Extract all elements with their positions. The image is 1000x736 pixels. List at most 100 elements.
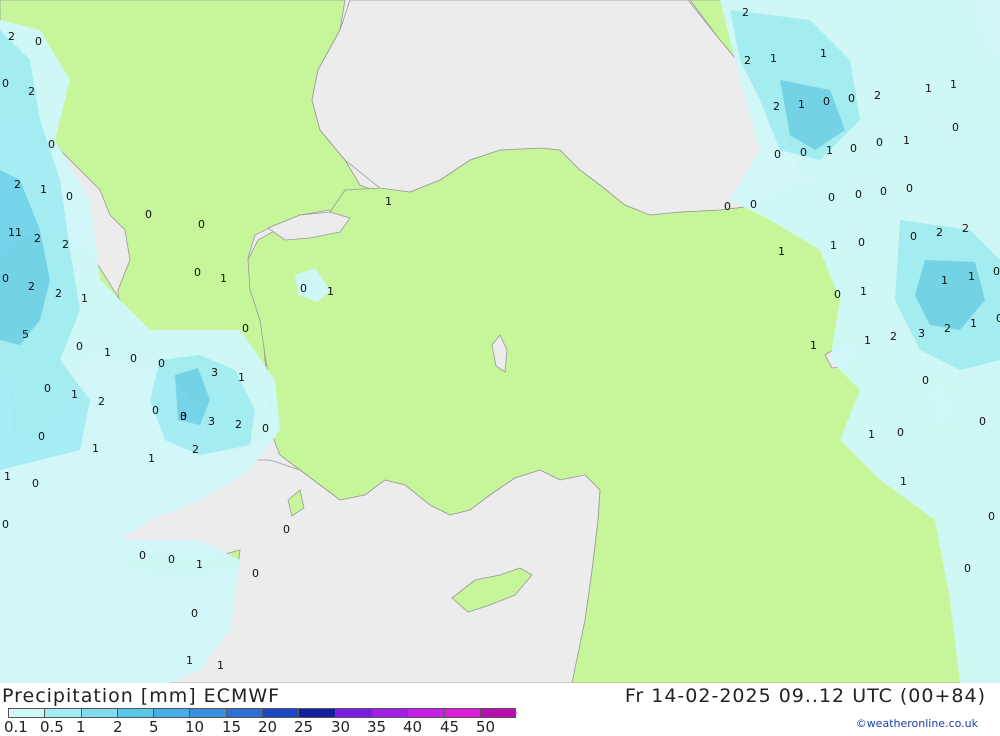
precip-value-label: 3 xyxy=(180,410,187,423)
precip-value-label: 0 xyxy=(152,404,159,417)
scale-swatch xyxy=(225,708,263,718)
precip-value-label: 1 xyxy=(148,452,155,465)
precip-value-label: 1 xyxy=(186,654,193,667)
precip-value-label: 2 xyxy=(62,238,69,251)
precip-value-label: 1 xyxy=(778,245,785,258)
precip-value-label: 0 xyxy=(952,121,959,134)
precip-value-label: 2 xyxy=(890,330,897,343)
precip-value-label: 0 xyxy=(191,607,198,620)
precip-value-label: 2 xyxy=(8,30,15,43)
precip-value-label: 0 xyxy=(252,567,259,580)
precip-value-label: 0 xyxy=(834,288,841,301)
scale-swatch xyxy=(298,708,335,718)
precip-value-label: 1 xyxy=(196,558,203,571)
precip-value-label: 2 xyxy=(98,395,105,408)
valid-time: Fr 14-02-2025 09..12 UTC (00+84) xyxy=(624,685,986,707)
precip-value-label: 0 xyxy=(2,518,9,531)
map-title: Precipitation [mm] ECMWF xyxy=(2,685,281,707)
precip-value-label: 0 xyxy=(300,282,307,295)
scale-label: 35 xyxy=(367,718,387,736)
precip-value-label: 0 xyxy=(145,208,152,221)
scale-swatch xyxy=(153,708,190,718)
precip-value-label: 0 xyxy=(988,510,995,523)
precip-value-label: 11 xyxy=(8,226,22,239)
scale-swatch xyxy=(80,708,117,718)
precip-value-label: 0 xyxy=(2,77,9,90)
precip-value-label: 1 xyxy=(4,470,11,483)
precip-value-label: 2 xyxy=(192,443,199,456)
precip-value-label: 1 xyxy=(868,428,875,441)
credit-link[interactable]: ©weatheronline.co.uk xyxy=(856,717,978,730)
precip-value-label: 1 xyxy=(810,339,817,352)
precip-value-label: 2 xyxy=(773,100,780,113)
precip-value-label: 1 xyxy=(864,334,871,347)
scale-label: 25 xyxy=(294,718,314,736)
precip-value-label: 0 xyxy=(897,426,904,439)
precip-value-label: 1 xyxy=(71,388,78,401)
precip-value-label: 5 xyxy=(22,328,29,341)
precip-value-label: 0 xyxy=(858,236,865,249)
precip-value-label: 0 xyxy=(850,142,857,155)
precip-value-label: 1 xyxy=(238,371,245,384)
precip-value-label: 0 xyxy=(262,422,269,435)
scale-label: 20 xyxy=(258,718,278,736)
scale-swatch xyxy=(8,708,45,718)
precip-value-label: 2 xyxy=(874,89,881,102)
precip-value-label: 0 xyxy=(48,138,55,151)
precip-value-label: 0 xyxy=(242,322,249,335)
precip-value-label: 0 xyxy=(823,95,830,108)
precip-value-label: 0 xyxy=(66,190,73,203)
precip-value-label: 0 xyxy=(910,230,917,243)
precip-value-label: 1 xyxy=(925,82,932,95)
precip-value-label: 1 xyxy=(903,134,910,147)
precip-value-label: 0 xyxy=(979,415,986,428)
precip-value-label: 2 xyxy=(14,178,21,191)
precip-value-label: 1 xyxy=(820,47,827,60)
precip-value-label: 0 xyxy=(32,477,39,490)
precip-value-label: 0 xyxy=(35,35,42,48)
precip-value-label: 1 xyxy=(830,239,837,252)
precip-value-label: 0 xyxy=(283,523,290,536)
precip-value-label: 0 xyxy=(158,357,165,370)
scale-swatch xyxy=(334,708,371,718)
precipitation-map: 2 0 0 2 0 2 1 0 11 2 2 0 2 2 1 5 0 0 0 1 0 1 0 0 0 0 1 0 0 1 0 3 2 0 3 1 3 2 2… xyxy=(0,0,1000,684)
precip-value-label: 0 xyxy=(828,191,835,204)
precip-value-label: 1 xyxy=(770,52,777,65)
precip-value-label: 0 xyxy=(198,218,205,231)
scale-swatch xyxy=(189,708,226,718)
scale-label: 0.1 xyxy=(4,718,28,736)
color-scale-bar xyxy=(8,708,517,718)
precip-value-label: 3 xyxy=(918,327,925,340)
scale-label: 2 xyxy=(113,718,123,736)
precip-value-label: 1 xyxy=(220,272,227,285)
legend-footer: Precipitation [mm] ECMWF Fr 14-02-2025 0… xyxy=(0,683,1000,736)
precip-value-label: 2 xyxy=(944,322,951,335)
scale-swatch xyxy=(116,708,154,718)
precip-value-label: 1 xyxy=(81,292,88,305)
precip-value-label: 0 xyxy=(800,146,807,159)
precip-value-label: 0 xyxy=(993,265,1000,278)
precip-value-label: 0 xyxy=(130,352,137,365)
precip-value-label: 1 xyxy=(217,659,224,672)
precip-value-label: 2 xyxy=(34,232,41,245)
precip-value-label: 0 xyxy=(996,312,1000,325)
precip-value-label: 0 xyxy=(2,272,9,285)
precip-value-label: 0 xyxy=(880,185,887,198)
precip-value-label: 0 xyxy=(44,382,51,395)
precip-value-label: 0 xyxy=(750,198,757,211)
precip-value-label: 2 xyxy=(28,85,35,98)
precip-value-label: 1 xyxy=(385,195,392,208)
precip-value-label: 2 xyxy=(962,222,969,235)
precip-value-label: 0 xyxy=(139,549,146,562)
precip-value-label: 1 xyxy=(900,475,907,488)
precip-value-label: 3 xyxy=(211,366,218,379)
scale-label: 0.5 xyxy=(40,718,64,736)
precip-value-label: 1 xyxy=(104,346,111,359)
precip-value-label: 1 xyxy=(798,98,805,111)
precip-value-label: 1 xyxy=(860,285,867,298)
precip-value-label: 1 xyxy=(970,317,977,330)
scale-swatch xyxy=(262,708,299,718)
precip-value-label: 0 xyxy=(964,562,971,575)
precip-value-label: 2 xyxy=(28,280,35,293)
map-canvas: 2 00202 1011 2 2022 15000 10100 00 10010320313 22… xyxy=(0,0,1000,684)
